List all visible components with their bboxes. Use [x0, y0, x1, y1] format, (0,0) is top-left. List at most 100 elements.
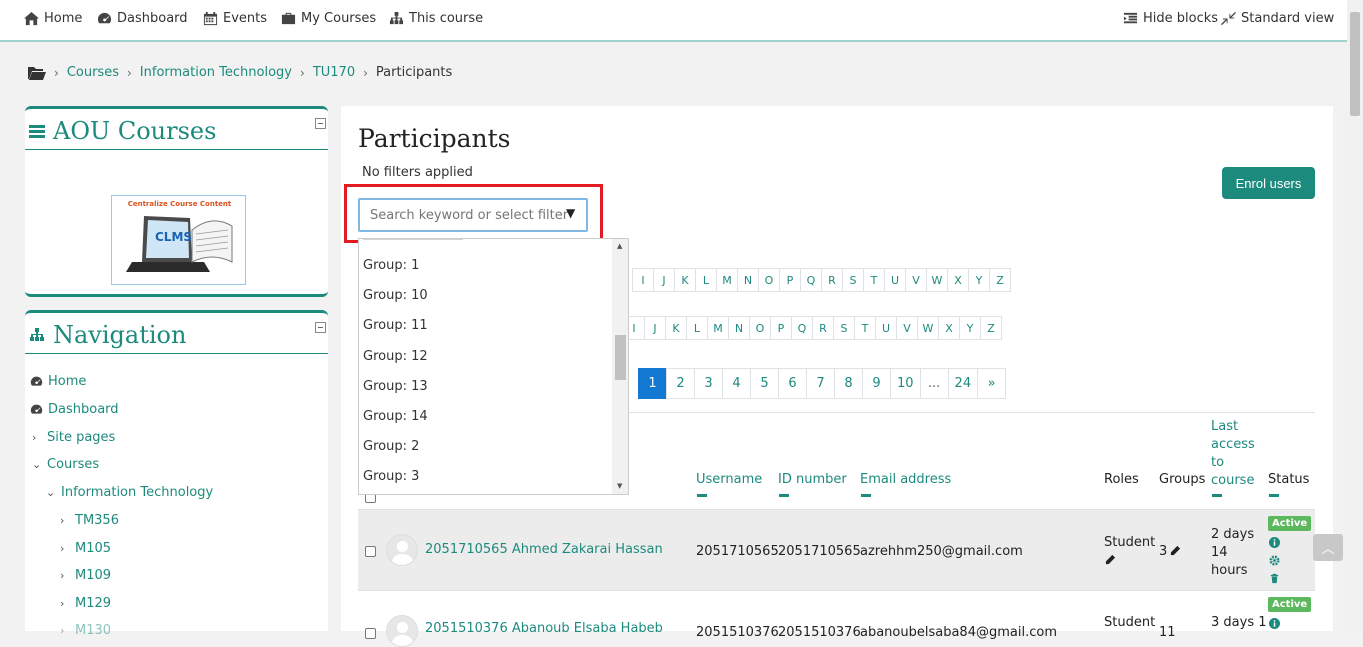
- nav-events-link[interactable]: Events: [203, 11, 267, 26]
- last-letter-s[interactable]: S: [833, 316, 855, 340]
- dropdown-scrollbar[interactable]: [612, 239, 628, 494]
- first-letter-x[interactable]: X: [947, 268, 969, 292]
- first-letter-k[interactable]: K: [674, 268, 696, 292]
- last-letter-u[interactable]: U: [875, 316, 897, 340]
- col-id-number[interactable]: ID number: [778, 472, 847, 487]
- breadcrumb-information-technology[interactable]: Information Technology: [140, 65, 292, 80]
- first-letter-l[interactable]: L: [695, 268, 717, 292]
- participant-name-link[interactable]: 2051510376 Abanoub Elsaba Habeb: [425, 621, 663, 636]
- nav-tree-home[interactable]: Home: [30, 374, 86, 389]
- nav-tree-m105[interactable]: › M105: [60, 541, 111, 556]
- breadcrumb-tu170[interactable]: TU170: [313, 65, 355, 80]
- first-letter-j[interactable]: J: [653, 268, 675, 292]
- first-letter-s[interactable]: S: [842, 268, 864, 292]
- nav-tree-m129[interactable]: › M129: [60, 596, 111, 611]
- page-3[interactable]: 3: [694, 368, 723, 399]
- hide-blocks-link[interactable]: Hide blocks: [1123, 11, 1218, 26]
- dropdown-option[interactable]: Group: 3: [363, 469, 419, 484]
- nav-this-course-link[interactable]: This course: [389, 11, 483, 26]
- breadcrumb-courses[interactable]: Courses: [67, 65, 119, 80]
- page-scrollbar-thumb[interactable]: [1350, 12, 1360, 116]
- dropdown-option[interactable]: Group: 13: [363, 379, 428, 394]
- info-icon[interactable]: [1269, 618, 1280, 629]
- folder-open-icon[interactable]: [28, 66, 46, 80]
- page-next[interactable]: »: [977, 368, 1007, 399]
- last-letter-o[interactable]: O: [749, 316, 771, 340]
- first-letter-u[interactable]: U: [884, 268, 906, 292]
- pencil-icon[interactable]: [1170, 545, 1181, 556]
- last-letter-l[interactable]: L: [686, 316, 708, 340]
- last-letter-p[interactable]: P: [770, 316, 792, 340]
- scroll-up-icon[interactable]: ▲: [617, 242, 622, 250]
- nav-tree-m109[interactable]: › M109: [60, 568, 111, 583]
- dropdown-option[interactable]: Group: 12: [363, 349, 428, 364]
- nav-dashboard-link[interactable]: Dashboard: [97, 11, 188, 26]
- last-letter-z[interactable]: Z: [980, 316, 1002, 340]
- col-username[interactable]: Username: [696, 472, 762, 487]
- nav-my-courses-link[interactable]: My Courses: [281, 11, 376, 26]
- first-letter-q[interactable]: Q: [800, 268, 822, 292]
- dropdown-option[interactable]: Group: 1: [363, 258, 419, 273]
- first-letter-o[interactable]: O: [758, 268, 780, 292]
- last-letter-y[interactable]: Y: [959, 316, 981, 340]
- page-5[interactable]: 5: [750, 368, 779, 399]
- page-24[interactable]: 24: [947, 368, 979, 399]
- dropdown-arrow-icon[interactable]: ▼: [566, 206, 575, 220]
- col-last-access[interactable]: Last access to course: [1211, 418, 1255, 490]
- back-to-top-button[interactable]: ︿: [1313, 534, 1343, 561]
- page-6[interactable]: 6: [778, 368, 807, 399]
- dropdown-option[interactable]: Group: 2: [363, 439, 419, 454]
- last-letter-m[interactable]: M: [707, 316, 729, 340]
- last-letter-x[interactable]: X: [938, 316, 960, 340]
- trash-icon[interactable]: [1269, 573, 1280, 584]
- page-10[interactable]: 10: [890, 368, 921, 399]
- page-scrollbar[interactable]: [1347, 0, 1363, 631]
- nav-tree-site-pages[interactable]: › Site pages: [32, 430, 115, 445]
- gear-icon[interactable]: [1269, 555, 1280, 566]
- nav-tree-dashboard[interactable]: Dashboard: [30, 402, 119, 417]
- dropdown-scrollbar-thumb[interactable]: [615, 335, 626, 380]
- first-letter-r[interactable]: R: [821, 268, 843, 292]
- page-1[interactable]: 1: [638, 368, 667, 399]
- page-9[interactable]: 9: [862, 368, 891, 399]
- last-letter-j[interactable]: J: [644, 316, 666, 340]
- first-letter-i[interactable]: I: [632, 268, 654, 292]
- last-letter-v[interactable]: V: [896, 316, 918, 340]
- first-letter-v[interactable]: V: [905, 268, 927, 292]
- collapse-aou-block-icon[interactable]: [315, 118, 326, 129]
- standard-view-link[interactable]: Standard view: [1221, 11, 1334, 26]
- participant-name-link[interactable]: 2051710565 Ahmed Zakarai Hassan: [425, 542, 663, 557]
- nav-tree-information-technology[interactable]: ⌄ Information Technology: [46, 485, 213, 500]
- info-icon[interactable]: [1269, 537, 1280, 548]
- last-letter-w[interactable]: W: [917, 316, 939, 340]
- first-letter-m[interactable]: M: [716, 268, 738, 292]
- page-4[interactable]: 4: [722, 368, 751, 399]
- last-letter-q[interactable]: Q: [791, 316, 813, 340]
- first-letter-p[interactable]: P: [779, 268, 801, 292]
- last-letter-n[interactable]: N: [728, 316, 750, 340]
- search-filter-input[interactable]: [358, 198, 588, 232]
- clms-logo[interactable]: Centralize Course Content CLMS: [111, 195, 246, 285]
- page-7[interactable]: 7: [806, 368, 835, 399]
- nav-tree-courses[interactable]: ⌄ Courses: [32, 457, 99, 472]
- row-select-checkbox[interactable]: [365, 628, 376, 639]
- first-letter-w[interactable]: W: [926, 268, 948, 292]
- first-letter-z[interactable]: Z: [989, 268, 1011, 292]
- row-select-checkbox[interactable]: [365, 546, 376, 557]
- last-letter-r[interactable]: R: [812, 316, 834, 340]
- enrol-users-button[interactable]: Enrol users: [1222, 167, 1315, 199]
- nav-home-link[interactable]: Home: [24, 11, 82, 26]
- last-letter-k[interactable]: K: [665, 316, 687, 340]
- last-letter-t[interactable]: T: [854, 316, 876, 340]
- page-2[interactable]: 2: [666, 368, 695, 399]
- dropdown-option[interactable]: Group: 11: [363, 318, 428, 333]
- first-letter-n[interactable]: N: [737, 268, 759, 292]
- col-email-address[interactable]: Email address: [860, 472, 951, 487]
- dropdown-option[interactable]: Group: 14: [363, 409, 428, 424]
- first-letter-y[interactable]: Y: [968, 268, 990, 292]
- first-letter-t[interactable]: T: [863, 268, 885, 292]
- scroll-down-icon[interactable]: ▼: [617, 482, 622, 490]
- pencil-icon[interactable]: [1105, 554, 1116, 565]
- nav-tree-tm356[interactable]: › TM356: [60, 513, 119, 528]
- collapse-navigation-block-icon[interactable]: [315, 322, 326, 333]
